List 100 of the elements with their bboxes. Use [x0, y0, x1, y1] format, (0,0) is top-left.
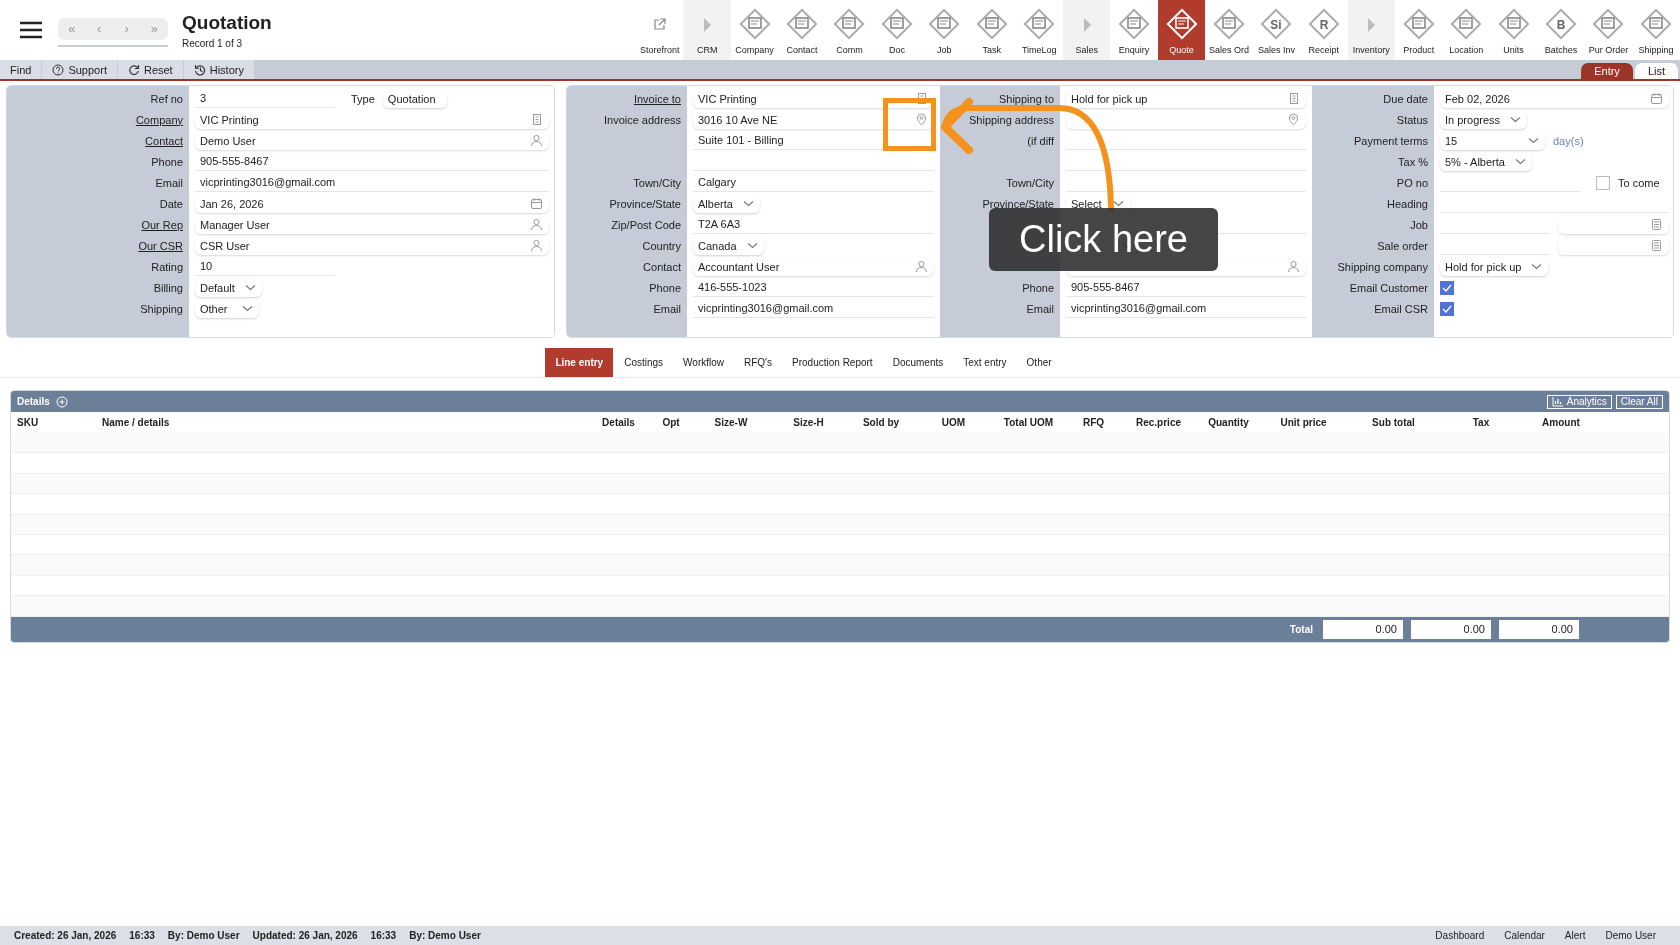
- lookup-field[interactable]: Manager User: [195, 215, 549, 234]
- field-link[interactable]: Company: [7, 113, 189, 126]
- total-value: 0.00: [1323, 619, 1403, 639]
- field-label: Sale order: [1376, 239, 1429, 252]
- field-label: Email: [154, 176, 184, 189]
- field-label: Province/State: [608, 197, 682, 210]
- module-icon: R: [1306, 7, 1341, 41]
- footer-link[interactable]: Calendar: [1494, 930, 1555, 941]
- tab[interactable]: Text entry: [954, 348, 1016, 377]
- input-field[interactable]: 10: [195, 257, 335, 276]
- field-label: Shipping: [139, 302, 184, 315]
- column-header: Rec.price: [1135, 417, 1182, 428]
- total-value: 0.00: [1411, 619, 1491, 639]
- field-label: Country: [641, 239, 682, 252]
- toolbar-button[interactable]: Find: [0, 60, 43, 79]
- field-label: Shipping company: [1336, 260, 1429, 273]
- input-field[interactable]: 3: [195, 89, 335, 108]
- toolbar-button[interactable]: Reset: [117, 60, 184, 79]
- input-field[interactable]: 905-555-8467: [1066, 278, 1306, 297]
- lookup-field[interactable]: 3016 10 Ave NE: [693, 110, 934, 129]
- field-label: Shipping to: [997, 92, 1055, 105]
- view-tab[interactable]: List: [1634, 63, 1678, 79]
- lookup-field[interactable]: Accountant User: [693, 257, 934, 276]
- field-label: Email CSR: [1373, 302, 1429, 315]
- input-field[interactable]: 416-555-1023: [693, 278, 934, 297]
- column-header: Size-H: [792, 417, 825, 428]
- column-header: Sub total: [1371, 417, 1416, 428]
- total-value: 0.00: [1499, 619, 1579, 639]
- record-counter: Record 1 of 3: [182, 37, 244, 49]
- column-header: UOM: [940, 417, 967, 428]
- dropdown[interactable]: Hold for pick up: [1440, 257, 1549, 276]
- input-field[interactable]: vicprinting3016@gmail.com: [693, 299, 934, 318]
- field-label: Phone: [1021, 281, 1055, 294]
- tab[interactable]: Documents: [883, 348, 953, 377]
- tab[interactable]: Workflow: [674, 348, 733, 377]
- header-button[interactable]: Analytics: [1546, 394, 1612, 409]
- field-link[interactable]: Our Rep: [7, 218, 189, 231]
- tab[interactable]: RFQ's: [735, 348, 782, 377]
- column-header: Total UOM: [1002, 417, 1055, 428]
- field-label: Tax %: [1397, 155, 1429, 168]
- lookup-field[interactable]: Hold for pick up: [1066, 89, 1306, 108]
- input-field[interactable]: 905-555-8467: [195, 152, 549, 171]
- module-icon: Si: [1259, 7, 1294, 41]
- lookup-field[interactable]: VIC Printing: [693, 89, 934, 108]
- tab[interactable]: Costings: [615, 348, 673, 377]
- input-field[interactable]: Calgary: [693, 173, 934, 192]
- column-header: Amount: [1541, 417, 1581, 428]
- unit-label: day(s): [1553, 134, 1584, 147]
- field-link[interactable]: Our CSR: [7, 239, 189, 252]
- tab[interactable]: Other: [1017, 348, 1061, 377]
- module-button[interactable]: Quote: [1157, 0, 1206, 60]
- dropdown[interactable]: 5% - Alberta: [1440, 152, 1532, 171]
- callout-tooltip: Click here: [989, 208, 1218, 271]
- lookup-field[interactable]: Jan 26, 2026: [195, 194, 549, 213]
- tab[interactable]: Line entry: [545, 348, 614, 377]
- field-link[interactable]: Invoice to: [567, 92, 687, 105]
- header-button[interactable]: Clear All: [1615, 394, 1663, 409]
- footer-link[interactable]: Alert: [1554, 930, 1596, 941]
- input-field[interactable]: T2A 6A3: [693, 215, 934, 234]
- field-label: Email: [652, 302, 682, 315]
- toolbar-button[interactable]: History: [183, 60, 255, 79]
- field-label: Phone: [150, 155, 184, 168]
- field-label: Job: [1409, 218, 1429, 231]
- tab[interactable]: Production Report: [783, 348, 882, 377]
- section-link[interactable]: Sales: [1062, 0, 1111, 60]
- footer-link[interactable]: Demo User: [1595, 930, 1666, 941]
- section-link[interactable]: Inventory: [1347, 0, 1395, 60]
- column-header: RFQ: [1081, 417, 1106, 428]
- field-link[interactable]: Contact: [7, 134, 189, 147]
- status-text: By: Demo User: [409, 930, 481, 941]
- lookup-field[interactable]: CSR User: [195, 236, 549, 255]
- lookup-field[interactable]: Demo User: [195, 131, 549, 150]
- field-label: Rating: [150, 260, 184, 273]
- field-label: Email: [1025, 302, 1055, 315]
- column-header: Opt: [661, 417, 681, 428]
- field-label: PO no: [1395, 176, 1429, 189]
- field-label: (if diff: [1026, 134, 1055, 147]
- column-header: Name / details: [101, 417, 171, 428]
- dropdown[interactable]: Default: [195, 278, 262, 297]
- column-header: Size-W: [713, 417, 749, 428]
- field-label: Province/State: [981, 197, 1055, 210]
- field-label: Email Customer: [1348, 281, 1429, 294]
- dropdown[interactable]: In progress: [1440, 110, 1528, 129]
- dropdown[interactable]: 15: [1440, 131, 1545, 150]
- dropdown[interactable]: Quotation: [382, 89, 447, 108]
- dropdown[interactable]: Other: [195, 299, 259, 318]
- section-link[interactable]: CRM: [683, 0, 731, 60]
- input-field[interactable]: vicprinting3016@gmail.com: [1066, 299, 1306, 318]
- dropdown[interactable]: Canada: [693, 236, 764, 255]
- toolbar-button[interactable]: Support: [42, 60, 118, 79]
- field-label: Billing: [152, 281, 184, 294]
- lookup-field[interactable]: Feb 02, 2026: [1440, 89, 1669, 108]
- checkbox-label: To come: [1618, 176, 1660, 189]
- dropdown[interactable]: Alberta: [693, 194, 760, 213]
- view-tab[interactable]: Entry: [1581, 63, 1633, 79]
- footer-link[interactable]: Dashboard: [1425, 930, 1495, 941]
- input-field[interactable]: Suite 101 - Billing: [693, 131, 934, 150]
- input-field[interactable]: vicprinting3016@gmail.com: [195, 173, 549, 192]
- field-label: Ref no: [149, 92, 184, 105]
- lookup-field[interactable]: VIC Printing: [195, 110, 549, 129]
